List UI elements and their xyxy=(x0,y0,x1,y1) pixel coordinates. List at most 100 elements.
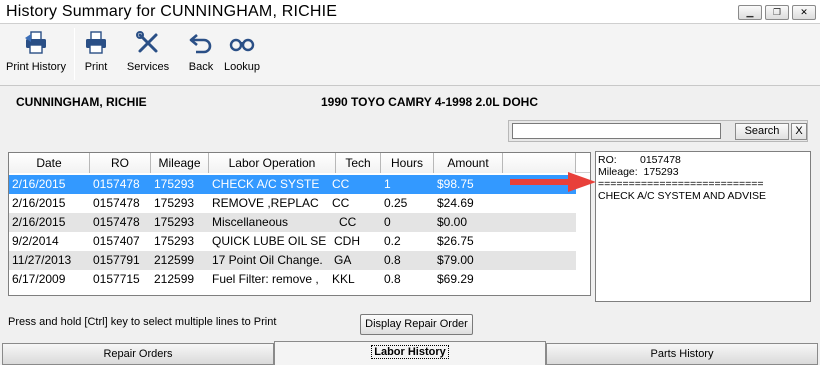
detail-separator: =========================== xyxy=(598,178,764,190)
grid-header: Date RO Mileage Labor Operation Tech Hou… xyxy=(9,153,590,173)
print-history-button[interactable]: Print History xyxy=(4,28,68,84)
vehicle-description: 1990 TOYO CAMRY 4-1998 2.0L DOHC xyxy=(321,95,538,109)
cell-date: 11/27/2013 xyxy=(12,253,72,267)
cell-hours: 0.8 xyxy=(384,253,401,267)
tab-repair-orders[interactable]: Repair Orders xyxy=(2,343,274,365)
window-title: History Summary for CUNNINGHAM, RICHIE xyxy=(6,3,338,20)
services-button[interactable]: Services xyxy=(124,28,172,84)
cell-mileage: 175293 xyxy=(154,234,195,248)
history-tabs: Repair Orders Labor History Parts Histor… xyxy=(0,341,820,365)
window-controls: ▁ ❐ ✕ xyxy=(738,5,816,20)
close-button[interactable]: ✕ xyxy=(792,5,816,20)
table-row[interactable]: 11/27/2013 0157791 212599 17 Point Oil C… xyxy=(9,251,576,270)
services-label: Services xyxy=(126,61,170,73)
table-row[interactable]: 2/16/2015 0157478 175293 REMOVE ,REPLAC … xyxy=(9,194,576,213)
cell-tech: CC xyxy=(332,177,350,191)
cell-ro: 0157478 xyxy=(93,177,140,191)
toolbar-separator xyxy=(74,28,75,80)
cell-labor-operation: Fuel Filter: remove , xyxy=(212,272,319,286)
column-header-hours[interactable]: Hours xyxy=(381,153,434,173)
cell-mileage: 212599 xyxy=(154,253,195,267)
tab-parts-history[interactable]: Parts History xyxy=(546,343,818,365)
column-header-tech[interactable]: Tech xyxy=(336,153,381,173)
cell-amount: $26.75 xyxy=(437,234,474,248)
cell-amount: $69.29 xyxy=(437,272,474,286)
column-header-ro[interactable]: RO xyxy=(90,153,151,173)
cell-date: 2/16/2015 xyxy=(12,215,66,229)
cell-labor-operation: Miscellaneous xyxy=(212,215,289,229)
cell-date: 2/16/2015 xyxy=(12,196,66,210)
display-repair-order-button[interactable]: Display Repair Order xyxy=(360,314,473,335)
cell-tech: CC xyxy=(339,215,357,229)
cell-tech: CC xyxy=(332,196,350,210)
column-header-mileage[interactable]: Mileage xyxy=(151,153,209,173)
customer-info: CUNNINGHAM, RICHIE 1990 TOYO CAMRY 4-199… xyxy=(0,88,820,114)
cell-labor-operation: REMOVE ,REPLAC xyxy=(212,196,319,210)
lookup-button[interactable]: Lookup xyxy=(222,28,262,84)
clear-search-button[interactable]: X xyxy=(791,123,807,140)
detail-mileage: Mileage: 175293 xyxy=(598,166,679,178)
cell-amount: $0.00 xyxy=(437,215,468,229)
cell-amount: $98.75 xyxy=(437,177,474,191)
cell-ro: 0157478 xyxy=(93,215,140,229)
detail-ro: RO: 0157478 xyxy=(598,154,681,166)
cell-labor-operation: CHECK A/C SYSTE xyxy=(212,177,320,191)
column-header-filler xyxy=(503,153,576,173)
cell-tech: GA xyxy=(334,253,352,267)
cell-date: 6/17/2009 xyxy=(12,272,66,286)
cell-hours: 1 xyxy=(384,177,391,191)
binoculars-icon xyxy=(229,38,255,52)
cell-labor-operation: QUICK LUBE OIL SE xyxy=(212,234,327,248)
cell-mileage: 175293 xyxy=(154,196,195,210)
search-input[interactable] xyxy=(512,123,721,139)
cell-amount: $24.69 xyxy=(437,196,474,210)
toolbar: Print History Print Services Back Lookup xyxy=(0,24,820,86)
search-button[interactable]: Search xyxy=(735,123,789,140)
customer-name: CUNNINGHAM, RICHIE xyxy=(16,95,147,109)
cell-date: 9/2/2014 xyxy=(12,234,59,248)
annotation-arrow-icon xyxy=(510,172,596,192)
cell-hours: 0.8 xyxy=(384,272,401,286)
cell-tech: KKL xyxy=(332,272,355,286)
cell-hours: 0.2 xyxy=(384,234,401,248)
multi-select-hint: Press and hold [Ctrl] key to select mult… xyxy=(8,316,277,328)
print-history-label: Print History xyxy=(6,61,66,73)
print-history-icon xyxy=(25,31,46,54)
cell-date: 2/16/2015 xyxy=(12,177,66,191)
lookup-label: Lookup xyxy=(223,61,261,73)
print-button[interactable]: Print xyxy=(80,28,112,84)
column-header-date[interactable]: Date xyxy=(9,153,90,173)
back-arrow-icon xyxy=(189,34,212,54)
labor-detail-panel[interactable]: RO: 0157478 Mileage: 175293 ============… xyxy=(595,151,811,302)
minimize-button[interactable]: ▁ xyxy=(738,5,762,20)
column-header-amount[interactable]: Amount xyxy=(434,153,503,173)
table-row[interactable]: 2/16/2015 0157478 175293 CHECK A/C SYSTE… xyxy=(9,175,576,194)
table-row[interactable]: 9/2/2014 0157407 175293 QUICK LUBE OIL S… xyxy=(9,232,576,251)
cell-hours: 0 xyxy=(384,215,391,229)
cell-ro: 0157407 xyxy=(93,234,140,248)
table-row[interactable]: 2/16/2015 0157478 175293 Miscellaneous C… xyxy=(9,213,576,232)
cell-tech: CDH xyxy=(334,234,360,248)
tools-icon xyxy=(136,31,158,53)
title-bar: History Summary for CUNNINGHAM, RICHIE ▁… xyxy=(0,0,820,24)
column-header-labor-operation[interactable]: Labor Operation xyxy=(209,153,336,173)
cell-mileage: 212599 xyxy=(154,272,195,286)
printer-icon xyxy=(86,31,106,54)
cell-mileage: 175293 xyxy=(154,177,195,191)
cell-ro: 0157478 xyxy=(93,196,140,210)
labor-history-grid[interactable]: Date RO Mileage Labor Operation Tech Hou… xyxy=(8,152,591,296)
detail-description: CHECK A/C SYSTEM AND ADVISE xyxy=(598,190,767,202)
cell-labor-operation: 17 Point Oil Change. xyxy=(212,253,323,267)
cell-ro: 0157715 xyxy=(93,272,140,286)
back-button[interactable]: Back xyxy=(185,28,217,84)
table-row[interactable]: 6/17/2009 0157715 212599 Fuel Filter: re… xyxy=(9,270,576,289)
tab-labor-history-label: Labor History xyxy=(371,345,449,359)
restore-button[interactable]: ❐ xyxy=(765,5,789,20)
tab-labor-history[interactable]: Labor History xyxy=(274,341,546,365)
back-label: Back xyxy=(188,61,214,73)
cell-mileage: 175293 xyxy=(154,215,195,229)
cell-amount: $79.00 xyxy=(437,253,474,267)
search-panel: Search X xyxy=(508,120,808,142)
print-label: Print xyxy=(84,61,108,73)
cell-ro: 0157791 xyxy=(93,253,140,267)
